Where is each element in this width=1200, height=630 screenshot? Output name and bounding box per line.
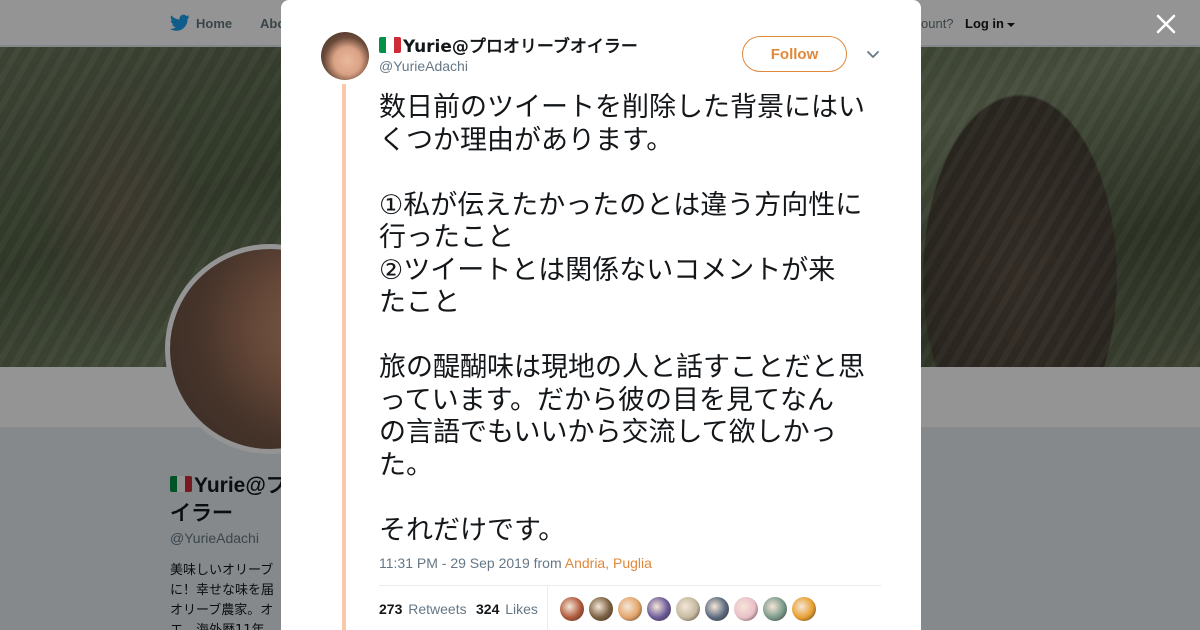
tweet-timestamp: 11:31 PM - 29 Sep 2019 from Andria, Pugl… [379, 555, 652, 571]
retweets-label: Retweets [408, 601, 467, 617]
liker-avatar[interactable] [792, 597, 816, 621]
follow-button[interactable]: Follow [742, 36, 847, 72]
thread-line [342, 84, 346, 630]
likes-label: Likes [505, 601, 538, 617]
liker-avatar[interactable] [589, 597, 613, 621]
liker-avatar[interactable] [676, 597, 700, 621]
liker-avatar[interactable] [560, 597, 584, 621]
chevron-down-icon[interactable] [865, 46, 881, 62]
liker-avatars [560, 597, 816, 621]
liker-avatar[interactable] [618, 597, 642, 621]
italy-flag-icon [379, 36, 401, 53]
liker-avatar[interactable] [763, 597, 787, 621]
tweet-place[interactable]: Andria, Puglia [565, 555, 652, 571]
tweet-text: 数日前のツイートを削除した背景にはい くつか理由があります。 ①私が伝えたかった… [379, 92, 865, 546]
from-label: from [533, 555, 562, 571]
likes-stat[interactable]: 324 Likes [476, 601, 538, 617]
author-name[interactable]: Yurie@プロオリーブオイラー [379, 32, 638, 57]
author-name-text: Yurie@プロオリーブオイラー [403, 37, 638, 57]
author-avatar[interactable] [321, 32, 369, 80]
retweets-stat[interactable]: 273 Retweets [379, 601, 467, 617]
tweet-time[interactable]: 11:31 PM - 29 Sep 2019 [379, 555, 530, 571]
author-handle[interactable]: @YurieAdachi [379, 58, 468, 74]
close-icon [1156, 14, 1176, 34]
likes-count: 324 [476, 601, 500, 617]
retweets-count: 273 [379, 601, 403, 617]
close-button[interactable] [1152, 10, 1180, 38]
stats-divider [547, 586, 548, 630]
liker-avatar[interactable] [647, 597, 671, 621]
tweet-modal: Yurie@プロオリーブオイラー @YurieAdachi Follow 数日前… [281, 0, 921, 630]
liker-avatar[interactable] [734, 597, 758, 621]
tweet-stats: 273 Retweets 324 Likes [379, 585, 881, 630]
liker-avatar[interactable] [705, 597, 729, 621]
